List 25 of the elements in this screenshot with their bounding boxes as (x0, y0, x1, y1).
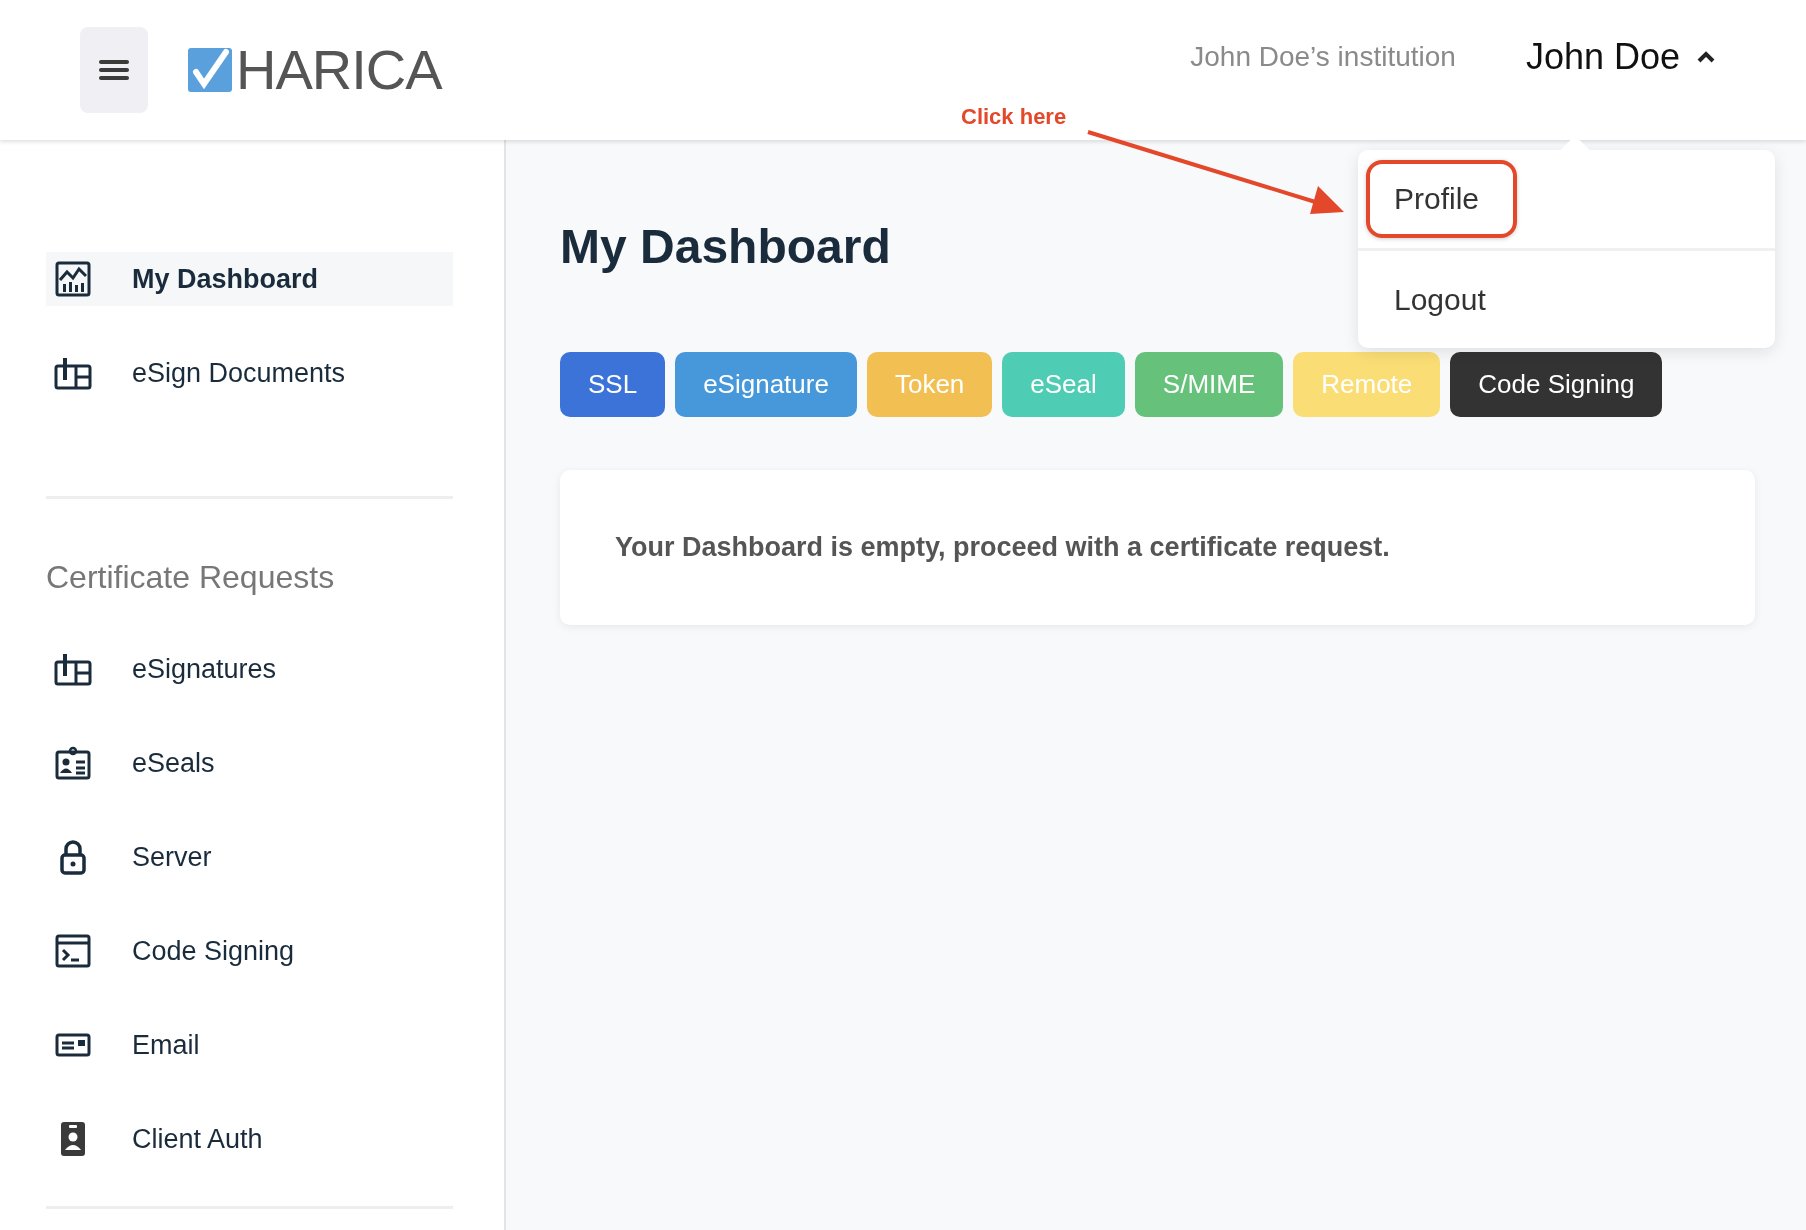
annotation-label: Click here (961, 104, 1067, 130)
filter-button[interactable]: SSL (560, 351, 666, 417)
sidebar-item[interactable]: Email (46, 1018, 453, 1072)
chart-icon (54, 260, 92, 298)
sidebar-item[interactable]: eSeals (46, 736, 453, 790)
page-title: My Dashboard (560, 219, 892, 275)
sidebar-item[interactable]: Code Signing (46, 924, 453, 978)
sidebar-item[interactable]: eSign Documents (46, 346, 453, 400)
logo-text: HARICA (236, 42, 442, 98)
sidebar-item[interactable]: Client Auth (46, 1112, 453, 1166)
user-menu-button[interactable]: John Doe (1525, 36, 1716, 78)
institution-name: John Doe’s institution (1190, 41, 1456, 73)
sidebar-item[interactable]: Server (46, 830, 453, 884)
checkbox-logo-icon (188, 48, 232, 92)
menu-item[interactable]: Profile (1366, 160, 1518, 238)
menu-button[interactable] (80, 27, 148, 113)
filter-button[interactable]: Code Signing (1450, 351, 1663, 417)
empty-message: Your Dashboard is empty, proceed with a certificate request. (615, 531, 1390, 563)
section-title: Certificate Requests (46, 559, 336, 596)
menu-item[interactable]: Logout (1366, 261, 1524, 339)
sidebar-item[interactable]: My Dashboard (46, 252, 453, 306)
id-badge-icon (54, 744, 92, 782)
terminal-icon (54, 932, 92, 970)
sidebar-item[interactable]: eSignatures (46, 642, 453, 696)
menu-icon (99, 58, 129, 82)
